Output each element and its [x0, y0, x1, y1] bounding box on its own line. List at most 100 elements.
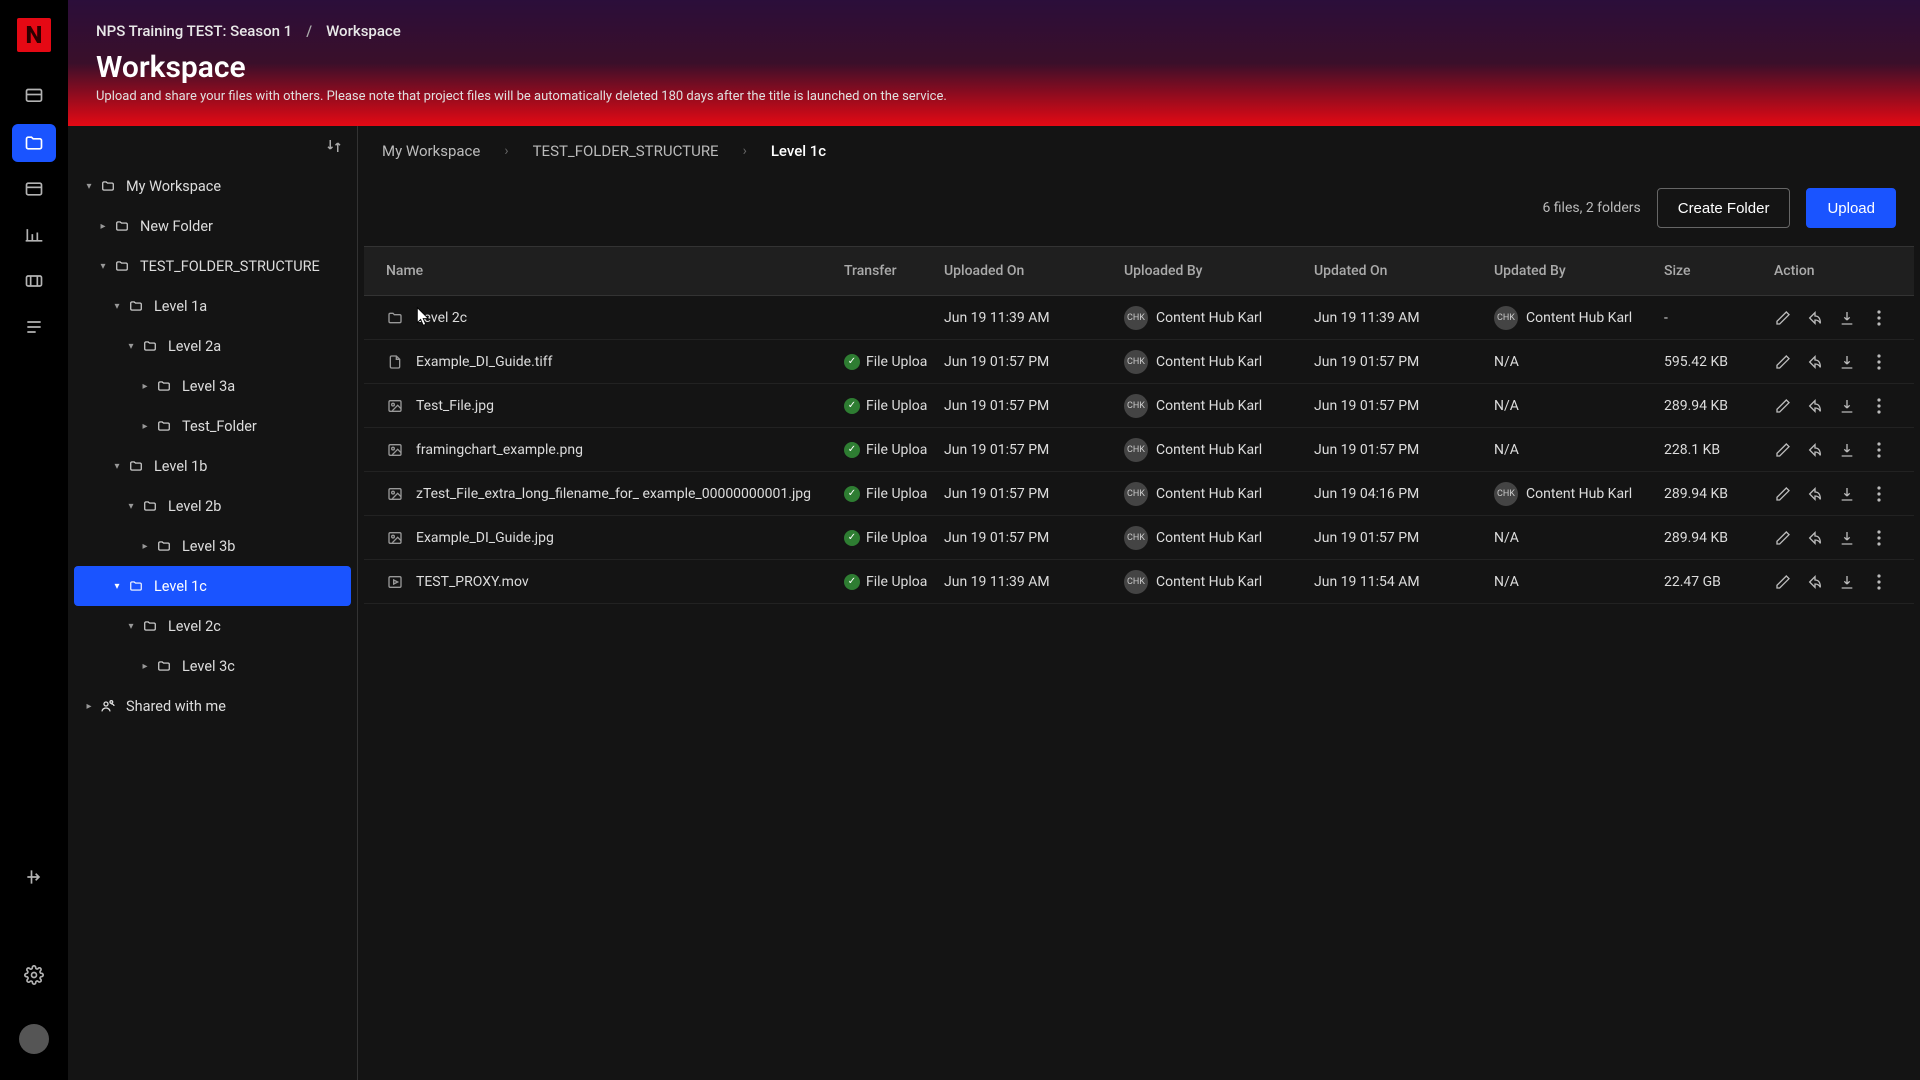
- tree-node[interactable]: ▾ My Workspace: [68, 166, 357, 206]
- col-uploaded-on[interactable]: Uploaded On: [944, 263, 1124, 279]
- tree-node[interactable]: ▸ Level 3b: [68, 526, 357, 566]
- edit-icon[interactable]: [1774, 309, 1792, 327]
- rail-timeline-icon[interactable]: [12, 262, 56, 300]
- edit-icon[interactable]: [1774, 353, 1792, 371]
- tree-node[interactable]: ▸ New Folder: [68, 206, 357, 246]
- folder-icon: [156, 379, 174, 393]
- crumb-root[interactable]: My Workspace: [382, 142, 480, 160]
- crumb-folder[interactable]: TEST_FOLDER_STRUCTURE: [533, 142, 719, 160]
- page-subtitle: Upload and share your files with others.…: [96, 89, 1892, 104]
- edit-icon[interactable]: [1774, 397, 1792, 415]
- download-icon[interactable]: [1838, 529, 1856, 547]
- sort-tree-icon[interactable]: [325, 137, 343, 155]
- tree-toggle-icon[interactable]: ▾: [110, 581, 124, 592]
- tree-toggle-icon[interactable]: ▾: [96, 261, 110, 272]
- table-row[interactable]: framingchart_example.png ✓File Uploa Jun…: [364, 428, 1914, 472]
- avatar-chip: CHK: [1494, 482, 1518, 506]
- tree-node[interactable]: ▸ Test_Folder: [68, 406, 357, 446]
- user-chip: CHKContent Hub Karl: [1124, 350, 1314, 374]
- col-updated-by[interactable]: Updated By: [1494, 263, 1664, 279]
- rail-workspace-icon[interactable]: [12, 124, 56, 162]
- table-row[interactable]: Test_File.jpg ✓File Uploa Jun 19 01:57 P…: [364, 384, 1914, 428]
- col-updated-on[interactable]: Updated On: [1314, 263, 1494, 279]
- rail-assets-icon[interactable]: [12, 170, 56, 208]
- tree-node[interactable]: ▾ Level 1a: [68, 286, 357, 326]
- tree-node[interactable]: ▸ Level 3c: [68, 646, 357, 686]
- uploaded-on: Jun 19 01:57 PM: [944, 486, 1124, 502]
- edit-icon[interactable]: [1774, 485, 1792, 503]
- table-row[interactable]: zTest_File_extra_long_filename_for_ exam…: [364, 472, 1914, 516]
- tree-node[interactable]: ▾ Level 2a: [68, 326, 357, 366]
- rail-settings-icon[interactable]: [12, 956, 56, 994]
- tree-label: Level 1b: [154, 458, 207, 475]
- edit-icon[interactable]: [1774, 573, 1792, 591]
- user-avatar[interactable]: [19, 1024, 49, 1054]
- table-row[interactable]: Level 2c Jun 19 11:39 AM CHKContent Hub …: [364, 296, 1914, 340]
- download-icon[interactable]: [1838, 441, 1856, 459]
- more-icon[interactable]: [1870, 309, 1888, 327]
- edit-icon[interactable]: [1774, 441, 1792, 459]
- share-icon[interactable]: [1806, 529, 1824, 547]
- col-name[interactable]: Name: [364, 263, 844, 279]
- download-icon[interactable]: [1838, 353, 1856, 371]
- share-icon[interactable]: [1806, 485, 1824, 503]
- avatar-chip: CHK: [1124, 570, 1148, 594]
- rail-reports-icon[interactable]: [12, 216, 56, 254]
- tree-toggle-icon[interactable]: ▸: [138, 541, 152, 552]
- tree-node[interactable]: ▸ Shared with me: [68, 686, 357, 726]
- tree-toggle-icon[interactable]: ▾: [124, 501, 138, 512]
- more-icon[interactable]: [1870, 529, 1888, 547]
- upload-button[interactable]: Upload: [1806, 188, 1896, 228]
- tree-toggle-icon[interactable]: ▸: [138, 381, 152, 392]
- share-icon[interactable]: [1806, 397, 1824, 415]
- create-folder-button[interactable]: Create Folder: [1657, 188, 1791, 228]
- more-icon[interactable]: [1870, 573, 1888, 591]
- rail-dashboard-icon[interactable]: [12, 78, 56, 116]
- tree-toggle-icon[interactable]: ▸: [138, 661, 152, 672]
- folder-icon: [100, 699, 118, 713]
- share-icon[interactable]: [1806, 353, 1824, 371]
- more-icon[interactable]: [1870, 353, 1888, 371]
- tree-toggle-icon[interactable]: ▾: [124, 341, 138, 352]
- tree-node[interactable]: ▸ Level 3a: [68, 366, 357, 406]
- download-icon[interactable]: [1838, 309, 1856, 327]
- more-icon[interactable]: [1870, 441, 1888, 459]
- col-transfer[interactable]: Transfer: [844, 263, 944, 279]
- tree-node[interactable]: ▾ Level 1c: [74, 566, 351, 606]
- table-row[interactable]: TEST_PROXY.mov ✓File Uploa Jun 19 11:39 …: [364, 560, 1914, 604]
- table-row[interactable]: Example_DI_Guide.tiff ✓File Uploa Jun 19…: [364, 340, 1914, 384]
- tree-toggle-icon[interactable]: ▾: [110, 301, 124, 312]
- download-icon[interactable]: [1838, 485, 1856, 503]
- share-icon[interactable]: [1806, 441, 1824, 459]
- breadcrumb-project[interactable]: NPS Training TEST: Season 1: [96, 22, 292, 40]
- folder-icon: [142, 339, 160, 353]
- tree-toggle-icon[interactable]: ▸: [138, 421, 152, 432]
- download-icon[interactable]: [1838, 397, 1856, 415]
- tree-toggle-icon[interactable]: ▾: [124, 621, 138, 632]
- tree-node[interactable]: ▾ Level 2c: [68, 606, 357, 646]
- tree-node[interactable]: ▾ Level 1b: [68, 446, 357, 486]
- tree-node[interactable]: ▾ Level 2b: [68, 486, 357, 526]
- rail-list-icon[interactable]: [12, 308, 56, 346]
- share-icon[interactable]: [1806, 573, 1824, 591]
- tree-toggle-icon[interactable]: ▾: [82, 181, 96, 192]
- avatar-chip: CHK: [1124, 438, 1148, 462]
- tree-node[interactable]: ▾ TEST_FOLDER_STRUCTURE: [68, 246, 357, 286]
- folder-icon: [386, 309, 404, 327]
- breadcrumb-section[interactable]: Workspace: [326, 22, 401, 40]
- col-size[interactable]: Size: [1664, 263, 1774, 279]
- tree-toggle-icon[interactable]: ▾: [110, 461, 124, 472]
- more-icon[interactable]: [1870, 397, 1888, 415]
- tree-label: My Workspace: [126, 178, 221, 195]
- chevron-right-icon: ›: [743, 143, 747, 159]
- col-uploaded-by[interactable]: Uploaded By: [1124, 263, 1314, 279]
- tree-toggle-icon[interactable]: ▸: [96, 221, 110, 232]
- edit-icon[interactable]: [1774, 529, 1792, 547]
- share-icon[interactable]: [1806, 309, 1824, 327]
- table-row[interactable]: Example_DI_Guide.jpg ✓File Uploa Jun 19 …: [364, 516, 1914, 560]
- status-success-icon: ✓: [844, 442, 860, 458]
- more-icon[interactable]: [1870, 485, 1888, 503]
- download-icon[interactable]: [1838, 573, 1856, 591]
- rail-collapse-icon[interactable]: [12, 858, 56, 896]
- tree-toggle-icon[interactable]: ▸: [82, 701, 96, 712]
